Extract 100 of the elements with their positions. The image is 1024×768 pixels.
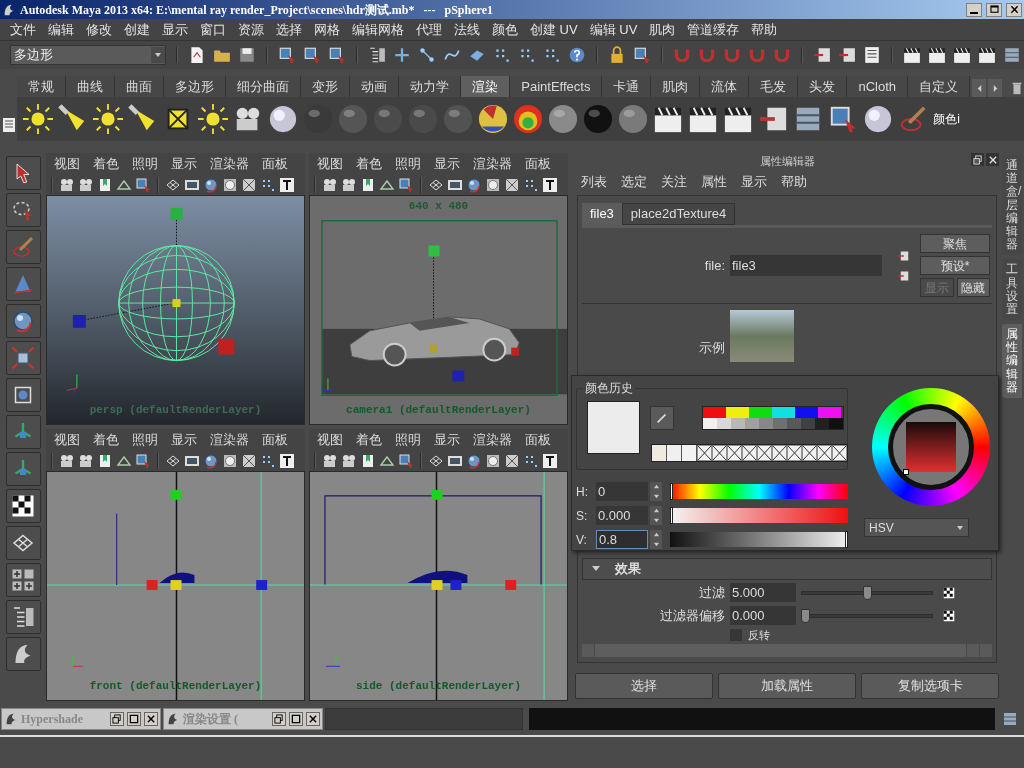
slider-track[interactable] [801,585,933,600]
empty-swatch-icon[interactable] [832,445,847,461]
panel-menu-item[interactable]: 显示 [434,154,460,174]
panel-menu-item[interactable]: 视图 [54,430,80,450]
light-icon[interactable] [23,104,54,134]
color-swatch[interactable] [815,418,829,429]
sphere-icon[interactable] [466,177,482,193]
flat-shade-icon[interactable] [485,453,501,469]
menu-item[interactable]: 代理 [410,19,448,40]
panel-menu-item[interactable]: 着色 [93,430,119,450]
plane-icon[interactable] [116,453,132,469]
shelf-tab[interactable]: 渲染 [461,76,511,97]
select-icon[interactable] [398,177,414,193]
scroll-left-button[interactable] [972,79,986,97]
maya-logo-icon[interactable] [4,712,18,726]
color-swatch[interactable] [745,418,759,429]
input-icon[interactable] [896,269,910,282]
camera-icon[interactable] [78,453,94,469]
color-swatch[interactable] [731,418,745,429]
number-field[interactable]: 0.000 [730,606,796,625]
color-swatch[interactable] [795,407,818,418]
number-field[interactable]: 0.000 [596,506,648,525]
paint-brush-icon[interactable] [11,235,35,259]
editor-menu-item[interactable]: 选定 [621,172,647,192]
maximize-button[interactable] [127,712,141,726]
editor-menu-item[interactable]: 列表 [581,172,607,192]
restore-button[interactable] [110,712,124,726]
menu-item[interactable]: 管道缓存 [681,19,746,40]
editor-button[interactable]: 聚焦 [920,234,990,253]
color-swatch[interactable] [749,407,772,418]
panel-menu-item[interactable]: 照明 [395,154,421,174]
color-slider[interactable] [670,508,848,523]
checker-icon[interactable] [943,609,955,622]
number-field[interactable]: 5.000 [730,583,796,602]
material-sphere-icon[interactable] [618,104,649,134]
help-icon[interactable] [568,46,586,64]
outliner-icon[interactable] [368,46,386,64]
plane-icon[interactable] [116,177,132,193]
vertices-icon[interactable] [518,46,536,64]
film-icon[interactable] [184,453,200,469]
command-line-field[interactable] [529,708,995,730]
color-swatch[interactable] [829,418,843,429]
multicolor-sphere-icon[interactable] [478,104,509,134]
editor-menu-item[interactable]: 帮助 [781,172,807,192]
cone-tool-button[interactable] [5,267,41,301]
editor-menu-item[interactable]: 属性 [701,172,727,192]
flat-shade-icon[interactable] [222,453,238,469]
empty-swatch-icon[interactable] [802,445,817,461]
panel-menu-item[interactable]: 显示 [434,430,460,450]
clapperboard-icon[interactable] [688,104,719,134]
outliner-icon[interactable] [11,605,35,629]
input-icon[interactable] [838,46,856,64]
text-icon[interactable] [279,177,295,193]
empty-swatch-icon[interactable] [817,445,832,461]
restore-button[interactable] [272,712,286,726]
panel-menu-item[interactable]: 视图 [54,154,80,174]
picker-handle[interactable] [903,469,909,475]
checker-icon[interactable] [11,494,35,518]
lock-icon[interactable] [608,46,626,64]
maya-logo-icon[interactable] [166,712,180,726]
editor-menu-item[interactable]: 关注 [661,172,687,192]
color-slider[interactable] [670,484,848,499]
scale-tool-button[interactable] [5,341,41,375]
nodes-icon[interactable] [418,46,436,64]
wireframe-icon[interactable] [241,453,257,469]
vertices-icon[interactable] [543,46,561,64]
camera-icon[interactable] [59,453,75,469]
camera-icon[interactable] [322,453,338,469]
text-icon[interactable] [279,453,295,469]
four-panes-icon[interactable] [11,568,35,592]
list-icon[interactable] [863,46,881,64]
panel-menu-item[interactable]: 面板 [262,430,288,450]
plane-icon[interactable] [379,453,395,469]
grid-icon[interactable] [165,453,181,469]
panel-menu-item[interactable]: 面板 [525,430,551,450]
plane-icon[interactable] [379,177,395,193]
text-icon[interactable] [542,177,558,193]
empty-swatch-icon[interactable] [787,445,802,461]
menu-item[interactable]: 修改 [80,19,118,40]
clapperboard-icon[interactable] [978,46,996,64]
text-icon[interactable] [542,453,558,469]
empty-swatch-icon[interactable] [697,445,712,461]
menu-item[interactable]: 显示 [156,19,194,40]
editor-menu-item[interactable]: 显示 [741,172,767,192]
wireframe-icon[interactable] [241,177,257,193]
input-icon[interactable] [896,249,910,262]
editor-tab[interactable]: place2dTexture4 [621,203,736,225]
menu-item[interactable]: 编辑 [42,19,80,40]
layout-button[interactable] [5,526,41,560]
clapperboard-icon[interactable] [653,104,684,134]
light-icon[interactable] [93,104,124,134]
panel-icon[interactable] [1003,46,1021,64]
menu-item[interactable]: 编辑网格 [346,19,410,40]
color-swatch[interactable] [773,418,787,429]
panel-menu-item[interactable]: 着色 [93,154,119,174]
slider-marker[interactable] [670,483,673,500]
film-icon[interactable] [184,177,200,193]
empty-swatch-icon[interactable] [772,445,787,461]
move-tool-button[interactable] [5,452,41,486]
menu-item[interactable]: 资源 [232,19,270,40]
